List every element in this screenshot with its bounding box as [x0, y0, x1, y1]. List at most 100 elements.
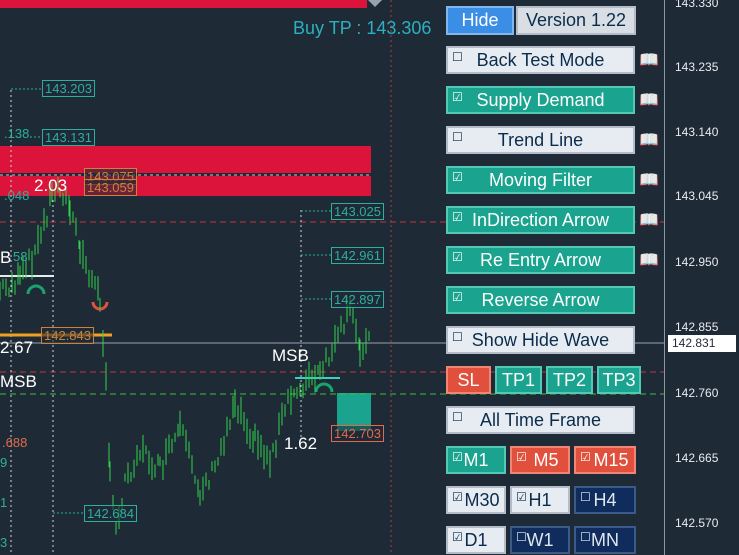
axis-tick: 142.855 [675, 320, 719, 334]
price-label-cut: 1 [0, 495, 8, 510]
tf-d1-button[interactable]: ☑ D1 [446, 526, 506, 554]
option-reverse-arrow[interactable]: ☑ Reverse Arrow [446, 286, 635, 314]
book-icon[interactable]: 📖 [639, 130, 659, 150]
tf-label: M1 [463, 449, 489, 470]
option-supply-demand[interactable]: ☑ Supply Demand [446, 86, 635, 114]
tf-label: MN [591, 529, 619, 550]
tp2-button[interactable]: TP2 [546, 366, 593, 394]
hide-button[interactable]: Hide [446, 6, 514, 35]
checkbox-icon[interactable]: ☑ [452, 451, 463, 463]
option-label: Re Entry Arrow [479, 249, 602, 270]
tf-mn-button[interactable]: ☐ MN [574, 526, 636, 554]
candle-series [0, 176, 370, 535]
checkbox-icon[interactable]: ☑ [580, 451, 591, 463]
option-trend-line[interactable]: ☐ Trend Line [446, 126, 635, 154]
book-icon[interactable]: 📖 [639, 50, 659, 70]
option-label: Reverse Arrow [481, 289, 600, 310]
all-time-frame-button[interactable]: ☐ All Time Frame [446, 406, 635, 434]
tf-label: M5 [533, 449, 559, 470]
option-re-entry-arrow[interactable]: ☑ Re Entry Arrow [446, 246, 635, 274]
book-icon[interactable]: 📖 [639, 90, 659, 110]
option-moving-filter[interactable]: ☑ Moving Filter [446, 166, 635, 194]
price-axis[interactable]: 143.330 143.235 143.140 143.045 142.950 … [664, 0, 739, 555]
checkbox-icon[interactable]: ☐ [580, 531, 591, 543]
option-label: All Time Frame [479, 409, 602, 430]
sl-button[interactable]: SL [446, 366, 491, 394]
checkbox-icon[interactable]: ☐ [452, 51, 463, 63]
tf-label: H1 [528, 489, 552, 510]
tf-label: W1 [526, 529, 554, 550]
axis-tick: 143.045 [675, 189, 719, 203]
top-buy-tp-bar [0, 0, 367, 8]
price-label: 143.025 [331, 203, 384, 220]
tf-w1-button[interactable]: ☐ W1 [510, 526, 570, 554]
price-label: 142.684 [84, 505, 137, 522]
book-icon[interactable]: 📖 [639, 170, 659, 190]
checkbox-icon[interactable]: ☑ [516, 491, 527, 503]
version-button[interactable]: Version 1.22 [516, 6, 636, 35]
option-back-test-mode[interactable]: ☐ Back Test Mode [446, 46, 635, 74]
checkbox-icon[interactable]: ☑ [452, 251, 463, 263]
axis-tick: 142.950 [675, 255, 719, 269]
checkbox-icon[interactable]: ☑ [452, 171, 463, 183]
option-label: Moving Filter [488, 169, 593, 190]
wave-label: 1.62 [284, 434, 318, 453]
current-price-tag: 142.831 [668, 335, 736, 352]
option-show-hide-wave[interactable]: ☐ Show Hide Wave [446, 326, 635, 354]
wave-label: 2.03 [34, 176, 68, 195]
price-label-cut: .048 [4, 188, 30, 203]
checkbox-icon[interactable]: ☑ [452, 91, 463, 103]
msb-label: MSB [272, 346, 309, 365]
tf-m1-button[interactable]: ☑ M1 [446, 446, 506, 474]
wave-label: B [0, 248, 12, 267]
axis-tick: 143.140 [675, 125, 719, 139]
checkbox-icon[interactable]: ☑ [452, 531, 463, 543]
checkbox-icon[interactable]: ☑ [452, 491, 463, 503]
price-label-cut: 9 [0, 455, 8, 470]
checkbox-icon[interactable]: ☐ [452, 411, 463, 423]
reentry-arrow-icon [314, 382, 334, 393]
top-marker [368, 0, 382, 7]
checkbox-icon[interactable]: ☐ [452, 331, 463, 343]
option-label: Supply Demand [476, 89, 605, 110]
price-label-cut: .138 [4, 126, 30, 141]
tf-label: H4 [593, 489, 617, 510]
option-label: InDirection Arrow [471, 209, 610, 230]
option-label: Back Test Mode [476, 49, 605, 70]
tf-m15-button[interactable]: ☑ M15 [574, 446, 636, 474]
tf-m5-button[interactable]: ☑ M5 [510, 446, 570, 474]
price-label: 143.203 [42, 80, 95, 97]
price-label: 142.897 [331, 291, 384, 308]
option-indirection-arrow[interactable]: ☑ InDirection Arrow [446, 206, 635, 234]
checkbox-icon[interactable]: ☑ [516, 451, 527, 463]
tf-h4-button[interactable]: ☐ H4 [574, 486, 636, 514]
tp3-button[interactable]: TP3 [597, 366, 641, 394]
checkbox-icon[interactable]: ☑ [452, 211, 463, 223]
buy-tp-label: Buy TP : 143.306 [293, 18, 432, 38]
tf-label: D1 [464, 529, 488, 550]
checkbox-icon[interactable]: ☑ [452, 291, 463, 303]
price-label-cut: 3 [0, 535, 8, 550]
tf-h1-button[interactable]: ☑ H1 [510, 486, 570, 514]
wave-label: 2.67 [0, 338, 34, 357]
checkbox-icon[interactable]: ☐ [452, 131, 463, 143]
book-icon[interactable]: 📖 [639, 210, 659, 230]
price-label: 142.843 [41, 327, 94, 344]
book-icon[interactable]: 📖 [639, 250, 659, 270]
checkbox-icon[interactable]: ☐ [580, 491, 591, 503]
option-label: Trend Line [497, 129, 584, 150]
checkbox-icon[interactable]: ☐ [516, 531, 527, 543]
tp1-button[interactable]: TP1 [495, 366, 542, 394]
axis-tick: 142.665 [675, 451, 719, 465]
axis-tick: 142.760 [675, 386, 719, 400]
axis-tick: 143.330 [675, 0, 719, 10]
tf-m30-button[interactable]: ☑ M30 [446, 486, 506, 514]
price-label-cut: 58 [13, 249, 28, 264]
reentry-arrow-icon [26, 284, 46, 295]
axis-tick: 143.235 [675, 60, 719, 74]
supply-zone [0, 146, 371, 173]
axis-tick: 142.570 [675, 516, 719, 530]
option-label: Show Hide Wave [471, 329, 610, 350]
price-label: 143.131 [42, 129, 95, 146]
price-label-cut: .688 [2, 435, 28, 450]
